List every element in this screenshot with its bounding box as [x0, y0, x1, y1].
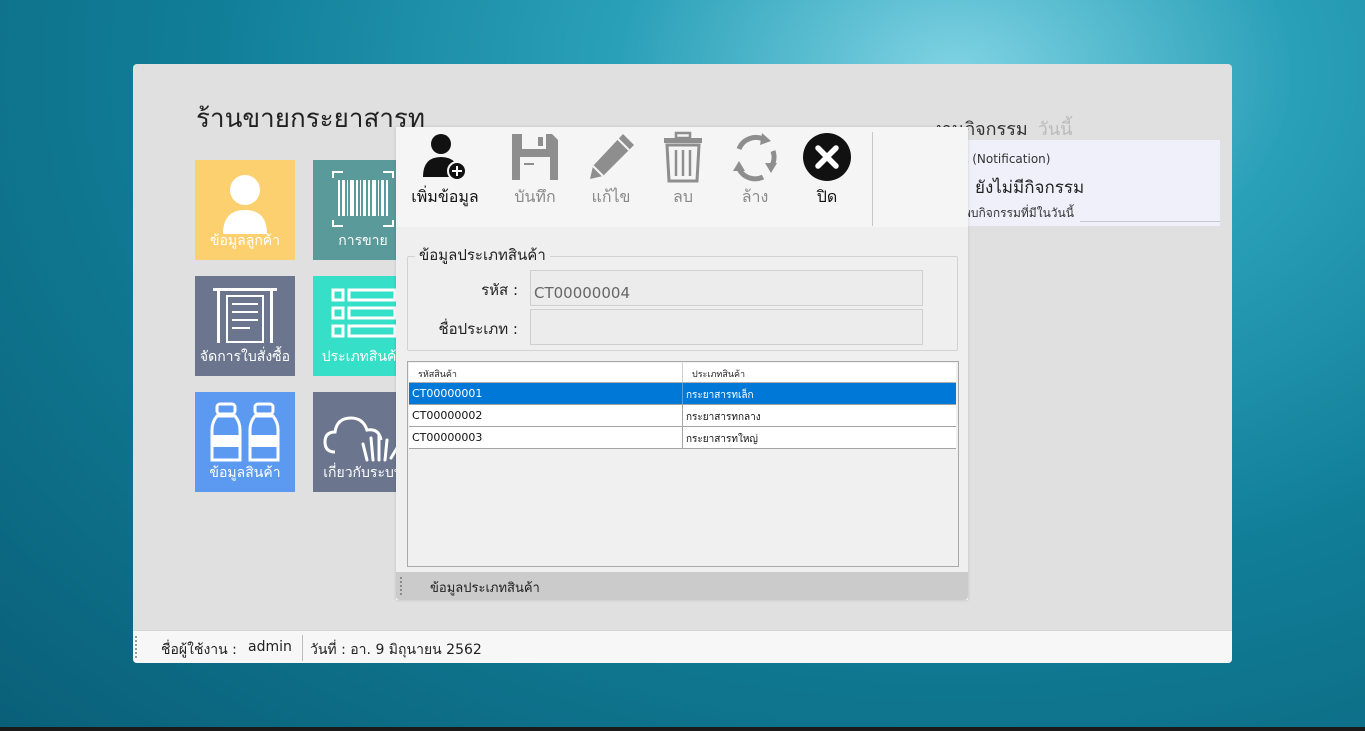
category-dialog: เพิ่มข้อมูล บันทึก แก้ไข ลบ ล้าง ปิด ข้อ… [396, 127, 968, 600]
category-name-label: ชื่อประเภท : [438, 320, 518, 338]
category-table[interactable]: รหัสสินค้า ประเภทสินค้า CT00000001 กระยา… [407, 361, 959, 567]
status-username: admin [248, 639, 292, 655]
ribbon-separator [872, 132, 873, 226]
row-code: CT00000001 [412, 387, 483, 400]
header-category[interactable]: ประเภทสินค้า [692, 367, 745, 381]
category-name-field[interactable] [530, 309, 923, 345]
status-separator [302, 635, 303, 661]
tile-customer[interactable]: ข้อมูลลูกค้า [195, 160, 295, 260]
save-button-label: บันทึก [514, 187, 556, 206]
tile-purchase-order[interactable]: จัดการใบสั่งซื้อ [195, 276, 295, 376]
row-code: CT00000003 [412, 431, 483, 444]
status-bar: ชื่อผู้ใช้งาน : admin วันที่ : อา. 9 มิถ… [133, 630, 1232, 663]
close-button-label: ปิด [816, 187, 838, 206]
row-code: CT00000002 [412, 409, 483, 422]
ribbon-toolbar: เพิ่มข้อมูล บันทึก แก้ไข ลบ ล้าง ปิด [396, 127, 968, 227]
tile-purchase-order-label: จัดการใบสั่งซื้อ [199, 349, 291, 365]
taskbar-edge [0, 727, 1365, 731]
close-button[interactable]: ปิด [792, 131, 862, 213]
edit-button-label: แก้ไข [591, 187, 631, 206]
shelf-icon [213, 288, 277, 343]
dialog-status-bar: ข้อมูลประเภทสินค้า [396, 572, 968, 600]
app-title: ร้านขายกระยาสารท [196, 104, 426, 134]
table-header: รหัสสินค้า ประเภทสินค้า [409, 363, 956, 383]
close-icon [803, 133, 851, 181]
notification-message: ยังไม่มีกิจกรรม [975, 178, 1085, 198]
activity-today: วันนี้ [1037, 119, 1073, 140]
row-divider [682, 427, 683, 448]
delete-button-label: ลบ [673, 187, 693, 206]
header-divider [682, 363, 683, 382]
clear-button[interactable]: ล้าง [720, 131, 790, 213]
notification-subtext: พบกิจกรรมที่มีในวันนี้ [963, 206, 1074, 220]
add-user-icon [423, 134, 467, 181]
add-button[interactable]: เพิ่มข้อมูล [410, 131, 480, 213]
trash-icon [664, 131, 702, 183]
row-divider [682, 405, 683, 426]
table-row[interactable]: CT00000001 กระยาสารทเล็ก [409, 383, 956, 405]
delete-button[interactable]: ลบ [648, 131, 718, 213]
table-row[interactable]: CT00000003 กระยาสารทใหญ่ [409, 427, 956, 449]
bottles-icon [210, 402, 280, 462]
header-code[interactable]: รหัสสินค้า [418, 367, 457, 381]
row-category: กระยาสารทใหญ่ [686, 434, 758, 445]
clear-button-label: ล้าง [741, 187, 769, 206]
code-field[interactable] [530, 270, 923, 306]
edit-button[interactable]: แก้ไข [576, 131, 646, 213]
status-grip [135, 636, 137, 660]
pencil-icon [590, 134, 634, 179]
refresh-icon [733, 133, 777, 182]
status-date: วันที่ : อา. 9 มิถุนายน 2562 [310, 642, 482, 658]
row-category: กระยาสารทเล็ก [686, 390, 754, 401]
status-user-label: ชื่อผู้ใช้งาน : [161, 642, 237, 658]
category-group-title: ข้อมูลประเภทสินค้า [415, 243, 550, 267]
save-icon [512, 134, 558, 180]
row-divider [682, 383, 683, 404]
add-button-label: เพิ่มข้อมูล [411, 187, 479, 206]
dialog-status-text: ข้อมูลประเภทสินค้า [430, 581, 540, 596]
dialog-status-grip [400, 577, 402, 595]
row-category: กระยาสารทกลาง [686, 412, 761, 423]
tile-product[interactable]: ข้อมูลสินค้า [195, 392, 295, 492]
code-label: รหัส : [481, 281, 518, 299]
save-button[interactable]: บันทึก [500, 131, 570, 213]
tile-product-label: ข้อมูลสินค้า [209, 465, 281, 481]
tile-customer-label: ข้อมูลลูกค้า [209, 233, 281, 249]
table-row[interactable]: CT00000002 กระยาสารทกลาง [409, 405, 956, 427]
notification-divider [1080, 221, 1220, 222]
notification-panel: อน (Notification) ยังไม่มีกิจกรรม พบกิจก… [933, 140, 1220, 226]
user-icon [223, 175, 267, 234]
